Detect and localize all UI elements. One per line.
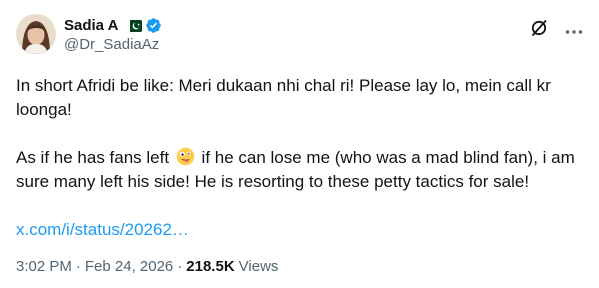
pakistan-flag-icon: [126, 19, 143, 32]
tweet-body: In short Afridi be like: Meri dukaan nhi…: [16, 74, 582, 242]
author-display-name[interactable]: Sadia A: [64, 17, 118, 34]
header-actions: [529, 18, 583, 43]
tweet-paragraph-1: In short Afridi be like: Meri dukaan nhi…: [16, 76, 551, 119]
author-handle[interactable]: @Dr_SadiaAz: [64, 36, 159, 53]
tweet-link[interactable]: x.com/i/status/20262…: [16, 220, 189, 239]
meta-separator: ·: [177, 258, 183, 275]
views-count[interactable]: 218.5K: [186, 258, 234, 275]
author-name-row: Sadia A: [64, 16, 162, 34]
tweet-text-before-emoji: As if he has fans left: [16, 148, 174, 167]
meta-separator: ·: [75, 258, 81, 275]
grok-icon[interactable]: [529, 18, 549, 43]
avatar-image: [16, 14, 56, 54]
views-label: Views: [238, 258, 279, 275]
profile-avatar[interactable]: [16, 14, 56, 54]
zany-face-emoji-icon: [176, 147, 195, 166]
tweet-paragraph-2: As if he has fans left if he can lose me…: [16, 146, 582, 194]
tweet-meta: 3:02 PM · Feb 24, 2026 · 218.5K Views: [16, 258, 278, 275]
tweet-time[interactable]: 3:02 PM: [16, 258, 72, 275]
tweet-paragraph-3: x.com/i/status/20262…: [16, 218, 582, 242]
more-options-icon[interactable]: [565, 22, 583, 40]
verified-badge-icon[interactable]: [145, 17, 162, 34]
tweet-date[interactable]: Feb 24, 2026: [85, 258, 173, 275]
